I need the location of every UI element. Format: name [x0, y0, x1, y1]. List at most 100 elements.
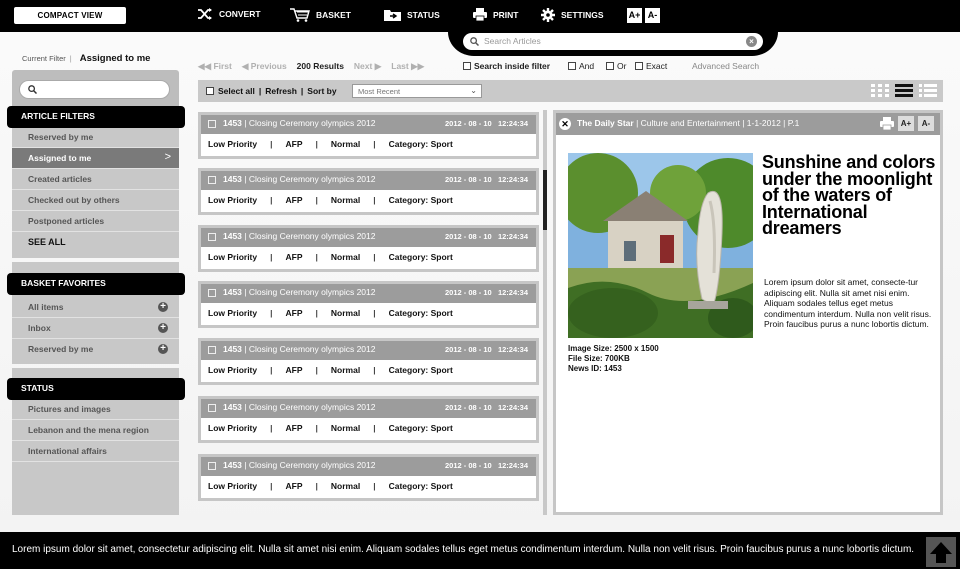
preview-meta: | Culture and Entertainment | 1-1-2012 |… [636, 118, 800, 128]
basket-inbox[interactable]: Inbox + [12, 318, 179, 339]
article-meta: Low Priority | AFP | Normal | Category: Sport [208, 308, 453, 318]
advanced-search-link[interactable]: Advanced Search [692, 61, 759, 71]
close-icon[interactable]: ✕ [559, 118, 571, 130]
article-datetime: 2012 - 08 - 10 12:24:34 [445, 403, 528, 412]
refresh-link[interactable]: Refresh [265, 86, 297, 96]
article-checkbox[interactable] [208, 346, 216, 354]
article-time: 12:24:34 [497, 288, 528, 297]
basket-all-items[interactable]: All items + [12, 297, 179, 318]
search-placeholder: Search Articles [484, 36, 541, 46]
article-level: Normal [330, 365, 361, 375]
clear-search-icon[interactable]: × [746, 36, 757, 47]
add-icon[interactable]: + [158, 302, 168, 312]
next-label: Next [353, 61, 373, 71]
exact-checkbox[interactable]: Exact [635, 61, 667, 71]
search-inside-label: Search inside filter [474, 61, 551, 71]
search-inside-filter-checkbox[interactable]: Search inside filter [463, 61, 550, 71]
article-date: 2012 - 08 - 10 [445, 345, 492, 354]
article-card[interactable]: 1453 | Closing Ceremony olympics 2012 201… [198, 454, 539, 501]
previous-page-link[interactable]: ◀ Previous [242, 61, 287, 72]
chevron-down-icon: ⌄ [470, 86, 477, 95]
article-category: Category: Sport [388, 252, 453, 262]
add-icon[interactable]: + [158, 344, 168, 354]
article-card[interactable]: 1453 | Closing Ceremony olympics 2012 201… [198, 225, 539, 272]
or-checkbox[interactable]: Or [606, 61, 626, 71]
article-header: 1453 | Closing Ceremony olympics 2012 201… [201, 341, 536, 360]
settings-button[interactable]: SETTINGS [541, 8, 604, 22]
status-heading: STATUS [7, 378, 185, 400]
basket-favorites-heading: BASKET FAVORITES [7, 273, 185, 295]
compact-view-button[interactable]: COMPACT VIEW [14, 7, 126, 24]
article-title: | Closing Ceremony olympics 2012 [244, 231, 376, 241]
and-checkbox[interactable]: And [568, 61, 594, 71]
filter-reserved-by-me[interactable]: Reserved by me [12, 127, 179, 148]
article-checkbox[interactable] [208, 289, 216, 297]
status-button[interactable]: STATUS [384, 8, 440, 21]
list-scrollbar[interactable] [543, 110, 547, 515]
article-time: 12:24:34 [497, 345, 528, 354]
sidebar-search-input[interactable] [19, 80, 170, 99]
sort-select[interactable]: Most Recent ⌄ [352, 84, 482, 98]
and-label: And [579, 61, 595, 71]
detail-list-view-icon[interactable] [919, 84, 937, 97]
pagination: ◀◀ First ◀ Previous 200 Results Next ▶ L… [198, 61, 424, 72]
article-card[interactable]: 1453 | Closing Ceremony olympics 2012 201… [198, 281, 539, 328]
article-checkbox[interactable] [208, 176, 216, 184]
filter-postponed-articles[interactable]: Postponed articles [12, 211, 179, 232]
search-articles-input[interactable]: Search Articles × [463, 33, 763, 50]
article-card[interactable]: 1453 | Closing Ceremony olympics 2012 201… [198, 112, 539, 159]
article-meta: Low Priority | AFP | Normal | Category: Sport [208, 195, 453, 205]
article-category: Category: Sport [388, 481, 453, 491]
print-button[interactable]: PRINT [473, 8, 519, 21]
article-category: Category: Sport [388, 423, 453, 433]
printer-icon[interactable] [880, 117, 894, 130]
convert-label: CONVERT [219, 9, 261, 19]
status-label: Pictures and images [28, 404, 111, 414]
ticker-text: Lorem ipsum dolor sit amet, consectetur … [12, 544, 915, 555]
see-all-link[interactable]: SEE ALL [12, 232, 179, 253]
article-time: 12:24:34 [497, 232, 528, 241]
article-date: 2012 - 08 - 10 [445, 288, 492, 297]
font-increase-button[interactable]: A+ [627, 8, 642, 23]
select-all-checkbox[interactable] [206, 87, 214, 95]
article-checkbox[interactable] [208, 233, 216, 241]
filter-checked-out-by-others[interactable]: Checked out by others [12, 190, 179, 211]
chevron-right-icon: > [164, 151, 171, 163]
printer-icon [473, 8, 487, 21]
article-checkbox[interactable] [208, 462, 216, 470]
grid-view-icon[interactable] [871, 84, 889, 97]
status-international-affairs[interactable]: International affairs [12, 441, 179, 462]
article-checkbox[interactable] [208, 120, 216, 128]
last-page-link[interactable]: Last ▶▶ [391, 61, 424, 72]
filter-assigned-to-me[interactable]: Assigned to me > [12, 148, 179, 169]
select-all-label[interactable]: Select all [218, 86, 255, 96]
article-source: AFP [285, 252, 303, 262]
convert-button[interactable]: CONVERT [198, 8, 261, 20]
preview-font-increase[interactable]: A+ [898, 116, 914, 131]
article-level: Normal [330, 195, 361, 205]
next-page-link[interactable]: Next ▶ [354, 61, 381, 72]
status-pictures-and-images[interactable]: Pictures and images [12, 399, 179, 420]
basket-reserved-by-me[interactable]: Reserved by me + [12, 339, 179, 360]
filter-created-articles[interactable]: Created articles [12, 169, 179, 190]
scroll-top-button[interactable] [926, 537, 956, 567]
font-decrease-button[interactable]: A- [645, 8, 660, 23]
preview-font-decrease[interactable]: A- [918, 116, 934, 131]
article-card[interactable]: 1453 | Closing Ceremony olympics 2012 201… [198, 168, 539, 215]
scrollbar-thumb[interactable] [543, 170, 547, 230]
add-icon[interactable]: + [158, 323, 168, 333]
article-datetime: 2012 - 08 - 10 12:24:34 [445, 345, 528, 354]
article-card[interactable]: 1453 | Closing Ceremony olympics 2012 201… [198, 396, 539, 443]
or-label: Or [617, 61, 627, 71]
article-card[interactable]: 1453 | Closing Ceremony olympics 2012 201… [198, 338, 539, 385]
basket-button[interactable]: BASKET [290, 8, 351, 22]
status-label: STATUS [407, 9, 440, 20]
article-priority: Low Priority [208, 481, 258, 491]
status-lebanon-mena[interactable]: Lebanon and the mena region [12, 420, 179, 441]
article-priority: Low Priority [208, 423, 258, 433]
first-page-link[interactable]: ◀◀ First [198, 61, 232, 72]
article-checkbox[interactable] [208, 404, 216, 412]
article-header: 1453 | Closing Ceremony olympics 2012 201… [201, 399, 536, 418]
filter-label: Reserved by me [28, 132, 94, 142]
list-view-icon[interactable] [895, 84, 913, 97]
